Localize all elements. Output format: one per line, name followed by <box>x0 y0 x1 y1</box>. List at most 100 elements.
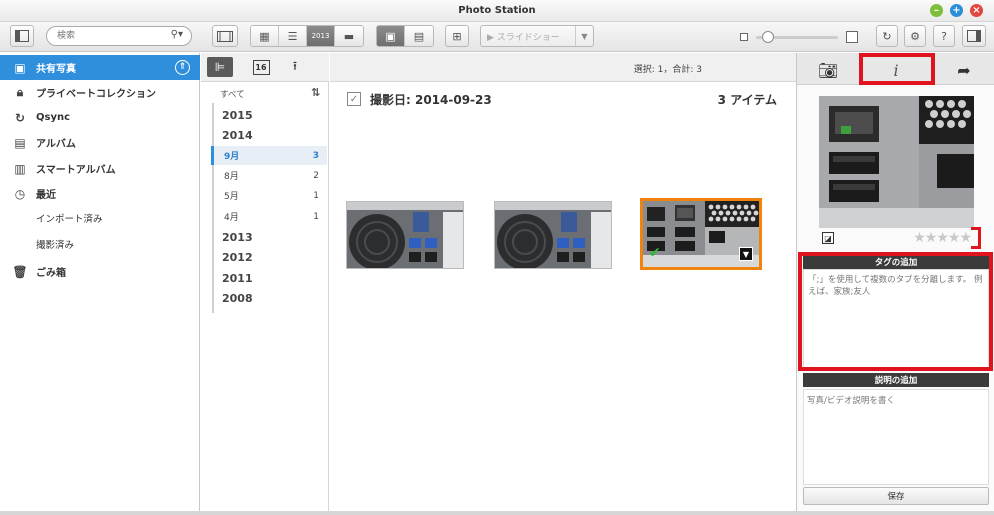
date-group-header: ✓ 撮影日: 2014-09-23 3 アイテム <box>347 88 777 110</box>
group-date: 撮影日: 2014-09-23 <box>370 92 492 107</box>
sidebar-item-album[interactable]: ▤ アルバム <box>0 130 200 155</box>
refresh-button[interactable]: ↻ <box>876 25 898 47</box>
edit-icon[interactable]: ◪ <box>822 232 834 244</box>
search-icon[interactable]: ⚲▾ <box>171 29 183 40</box>
timeline-year-2013[interactable]: 2013 <box>211 228 327 247</box>
thumbnail-size-slider[interactable] <box>740 30 858 44</box>
sidebar-item-imported[interactable]: インポート済み <box>0 205 200 230</box>
large-size-icon <box>846 31 858 43</box>
highlight-rating <box>971 227 981 249</box>
rating-row: ◪ ★★★★★ <box>819 229 974 247</box>
calendar-tab[interactable]: 16 <box>248 57 274 77</box>
highlight-tag-area <box>798 252 993 371</box>
smart-album-icon: ▥ <box>14 161 26 176</box>
photo-icon: ▣ <box>385 29 396 43</box>
list-icon: ☰ <box>287 29 298 43</box>
settings-button[interactable]: ⚙ <box>904 25 926 47</box>
slider-knob[interactable] <box>762 31 774 43</box>
sidebar-item-taken[interactable]: 撮影済み <box>0 231 200 256</box>
window-title: Photo Station <box>458 5 536 16</box>
refresh-icon: ↻ <box>882 29 892 43</box>
sidebar-item-label: スマートアルバム <box>36 165 116 176</box>
checkmark-icon: ✔ <box>649 245 661 261</box>
save-button[interactable]: 保存 <box>803 487 989 505</box>
slideshow-icon: ▶ <box>487 32 494 43</box>
thumbnail-view-button[interactable]: ▦ <box>251 26 279 46</box>
highlight-info-tab <box>859 53 935 85</box>
photo-image <box>347 202 463 268</box>
qsync-icon: ↻ <box>14 110 26 125</box>
chevron-down-icon[interactable]: ▼ <box>575 26 593 46</box>
sidebar-item-label: ごみ箱 <box>36 268 66 279</box>
help-button[interactable]: ? <box>933 25 955 47</box>
timeline-year-2014[interactable]: 2014 <box>211 126 327 145</box>
timeline-month-9[interactable]: 9月 3 <box>211 146 327 165</box>
calendar-day: 16 <box>255 62 267 72</box>
timeline-year-2012[interactable]: 2012 <box>211 248 327 267</box>
timeline-year-2015[interactable]: 2015 <box>211 106 327 125</box>
search-box[interactable]: ⚲▾ <box>46 26 192 46</box>
timeline-view-button[interactable]: 2013 <box>307 26 335 46</box>
select-grid-icon: ⊞ <box>452 29 462 43</box>
photo-image <box>495 202 611 268</box>
maximize-button[interactable]: + <box>950 4 963 17</box>
toggle-info-panel-button[interactable] <box>962 25 986 47</box>
title-bar: Photo Station – + × <box>0 0 994 22</box>
info-panel: 📷︎ i ➦ ◪ ★★★★★ タグの追加 「;」を使用して複数のタブを分離します… <box>796 53 994 511</box>
timeline-year-2008[interactable]: 2008 <box>211 289 327 308</box>
sidebar-item-qsync[interactable]: ↻ Qsync <box>0 105 200 130</box>
photo-mode-button[interactable]: ▣ <box>377 26 405 46</box>
multi-select-button[interactable]: ⊞ <box>445 25 469 47</box>
video-mode-button[interactable]: ▤ <box>405 26 433 46</box>
sidebar-item-smart-album[interactable]: ▥ スマートアルバム <box>0 156 200 181</box>
timeline-view-label: 2013 <box>311 32 330 40</box>
share-arrow-icon: ➦ <box>957 60 971 80</box>
photo-thumbnail[interactable] <box>346 201 464 269</box>
minimize-button[interactable]: – <box>930 4 943 17</box>
lock-icon: 🔒︎ <box>16 85 24 99</box>
timeline-year-2011[interactable]: 2011 <box>211 269 327 288</box>
status-bar <box>0 511 994 515</box>
upload-icon[interactable]: ⇑ <box>175 60 190 75</box>
sidebar-item-label: 撮影済み <box>36 239 75 251</box>
sidebar-item-label: インポート済み <box>36 213 103 225</box>
photo-thumbnail[interactable] <box>494 201 612 269</box>
clock-icon: ◷ <box>14 186 26 201</box>
sidebar-item-label: アルバム <box>36 139 76 150</box>
slideshow-button[interactable]: ▶ スライドショー ▼ <box>480 25 594 47</box>
folder-view-button[interactable]: ▬ <box>335 26 363 46</box>
grid-icon: ▦ <box>259 29 270 43</box>
film-view-button[interactable] <box>212 25 238 47</box>
arrow-up-icon: ⭱ <box>292 58 298 73</box>
scroll-top-button[interactable]: ⭱ <box>282 57 308 77</box>
list-view-button[interactable]: ☰ <box>279 26 307 46</box>
trash-icon: 🗑︎ <box>12 264 28 279</box>
timeline-month-5[interactable]: 5月 1 <box>211 186 327 205</box>
search-input[interactable] <box>57 29 167 43</box>
sidebar-item-private-collection[interactable]: 🔒︎ プライベートコレクション <box>0 80 200 105</box>
sort-icon[interactable]: ⇅ <box>311 86 320 99</box>
close-button[interactable]: × <box>970 4 983 17</box>
camera-tab[interactable]: 📷︎ <box>813 59 843 81</box>
timeline-tab[interactable]: ⊫ <box>207 57 233 77</box>
timeline-month-4[interactable]: 4月 1 <box>211 207 327 226</box>
toggle-sidebar-button[interactable] <box>10 25 34 47</box>
view-mode-group: ▦ ☰ 2013 ▬ <box>250 25 364 47</box>
video-icon: ▤ <box>413 29 425 43</box>
photo-preview <box>819 96 974 228</box>
select-group-checkbox[interactable]: ✓ <box>347 92 361 106</box>
sidebar-item-trash[interactable]: 🗑︎ ごみ箱 <box>0 259 200 284</box>
share-tab[interactable]: ➦ <box>949 59 979 81</box>
sidebar-item-shared-photos[interactable]: ▣ 共有写真 ⇑ <box>0 55 200 80</box>
menu-dropdown-icon[interactable]: ▼ <box>739 247 753 261</box>
shared-photos-icon: ▣ <box>14 60 26 75</box>
timeline-month-8[interactable]: 8月 2 <box>211 166 327 185</box>
description-input[interactable] <box>803 389 989 485</box>
photo-grid-area: 選択: 1，合計: 3 ✓ 撮影日: 2014-09-23 3 アイテム ✔ ▼ <box>330 53 796 511</box>
timeline-all[interactable]: すべて <box>220 88 245 100</box>
rating-stars[interactable]: ★★★★★ <box>913 230 972 246</box>
group-item-count: 3 アイテム <box>717 92 777 107</box>
photo-thumbnail-selected[interactable]: ✔ ▼ <box>640 198 762 270</box>
sidebar-item-label: プライベートコレクション <box>36 89 156 100</box>
sidebar-item-recent[interactable]: ◷ 最近 <box>0 181 200 206</box>
